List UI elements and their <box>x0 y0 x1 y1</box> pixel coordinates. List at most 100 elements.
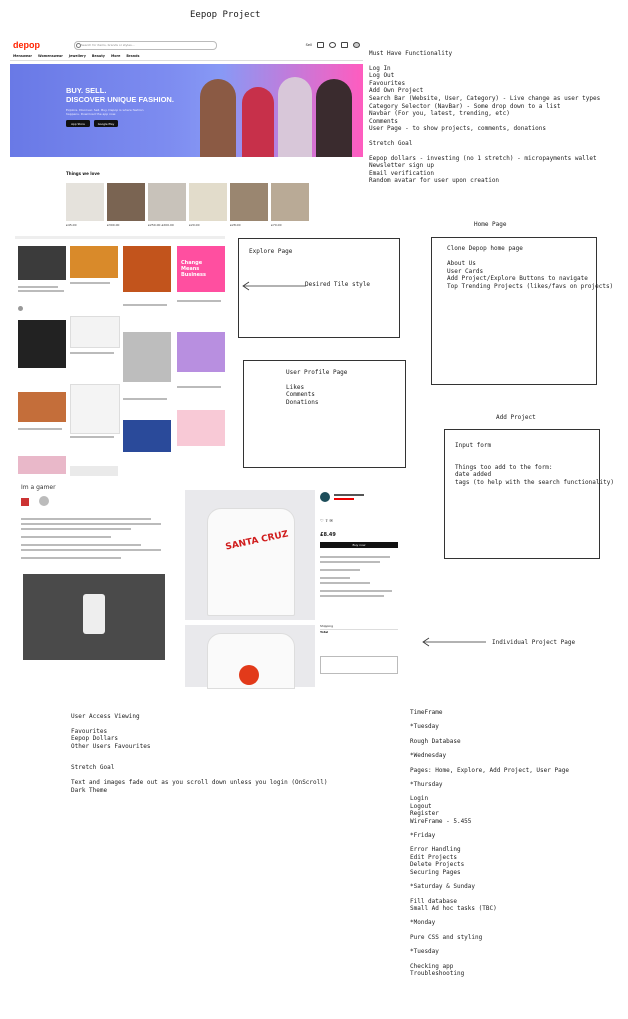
bag-icon[interactable] <box>341 42 348 48</box>
product-price: £70.00 <box>271 223 282 227</box>
category-nav: Menswear Womenswear Jewellery Beauty Mor… <box>10 52 363 61</box>
timeframe-notes: TimeFrame *Tuesday Rough Database *Wedne… <box>410 709 569 977</box>
user-profile-item: Likes <box>286 383 305 391</box>
user-access-notes: User Access Viewing Favourites Eepop Dol… <box>71 713 327 794</box>
explore-tile[interactable] <box>70 316 120 348</box>
explore-tile[interactable] <box>18 320 66 368</box>
buyer-protection-card <box>320 656 398 674</box>
mail-icon[interactable] <box>317 42 324 48</box>
depop-logo: depop <box>13 40 40 50</box>
product-price: £20.00 <box>189 223 200 227</box>
sell-link[interactable]: Sell <box>306 43 312 47</box>
must-have-item: Navbar (For you, latest, trending, etc) <box>369 110 510 118</box>
product-thumb[interactable] <box>271 183 309 221</box>
user-access-item: Other Users Favourites <box>71 742 151 750</box>
cat-more[interactable]: More <box>111 54 120 58</box>
user-profile-item: Comments <box>286 391 315 399</box>
user-access-item: Favourites <box>71 727 108 735</box>
icon-row: ♡ ⇪ ✉ <box>320 518 333 523</box>
home-page-box: Clone Depop home page About Us User Card… <box>431 237 613 385</box>
must-have-item: Log In <box>369 64 391 72</box>
explore-tile[interactable] <box>123 246 171 292</box>
must-have-item: Favourites <box>369 79 406 87</box>
product-panel: ♡ ⇪ ✉ £8.49 Buy now Shipping Total <box>320 492 400 682</box>
project-description <box>21 518 161 559</box>
tile-caption <box>70 436 114 438</box>
avatar <box>18 306 23 311</box>
tile-caption <box>18 290 64 292</box>
home-item: Clone Depop home page <box>447 245 523 252</box>
timeframe-day: *Wednesday <box>410 752 447 760</box>
timeframe-heading: TimeFrame <box>410 709 443 716</box>
explore-page-title: Explore Page <box>249 248 293 255</box>
tshirt-image <box>207 508 295 616</box>
explore-tile[interactable] <box>123 332 171 382</box>
arrow-left-icon <box>422 637 486 647</box>
search-input[interactable]: Search for items, brands or styles... <box>74 40 217 50</box>
explore-tabs <box>15 236 225 239</box>
product-photo[interactable]: SANTA CRUZ <box>185 490 315 620</box>
timeframe-task: Small Ad hoc tasks (TBC) <box>410 904 497 912</box>
app-store-button[interactable]: App Store <box>66 120 90 127</box>
cat-jewellery[interactable]: Jewellery <box>69 54 86 58</box>
user-access-heading: User Access Viewing <box>71 713 140 720</box>
product-price: £8.49 <box>320 532 336 538</box>
stretch-goal-heading: Stretch Goal <box>71 764 115 772</box>
product-photo[interactable] <box>185 625 315 689</box>
product-price: £28.00 <box>230 223 241 227</box>
tile-caption <box>70 282 110 284</box>
stretch-item: Text and images fade out as you scroll d… <box>71 778 328 786</box>
user-profile-title: User Profile Page <box>286 369 348 376</box>
timeframe-task: Logout <box>410 802 432 810</box>
add-project-label: Add Project <box>496 414 536 421</box>
explore-tile[interactable] <box>123 420 171 452</box>
product-thumb[interactable] <box>230 183 268 221</box>
product-thumb[interactable] <box>189 183 227 221</box>
timeframe-task: Register <box>410 810 439 818</box>
explore-tile[interactable] <box>177 410 225 446</box>
must-have-item: Search Bar (Website, User, Category) - L… <box>369 94 601 102</box>
explore-tile[interactable] <box>18 456 66 474</box>
heart-icon[interactable] <box>329 42 336 48</box>
total-row: Total <box>320 630 329 634</box>
explore-tile[interactable] <box>18 246 66 280</box>
seller-avatar[interactable] <box>320 492 330 502</box>
product-price: £250.00 £200.00 <box>148 223 174 227</box>
cat-menswear[interactable]: Menswear <box>13 54 32 58</box>
explore-tile[interactable] <box>70 466 118 476</box>
home-item <box>447 253 613 261</box>
timeframe-task: Fill database <box>410 897 457 905</box>
stretch-item: Dark Theme <box>71 786 108 794</box>
buy-now-button[interactable]: Buy now <box>320 542 398 548</box>
explore-tile[interactable] <box>70 246 118 278</box>
explore-tile[interactable] <box>177 332 225 372</box>
cat-brands[interactable]: Brands <box>126 54 139 58</box>
product-price: £300.00 <box>107 223 120 227</box>
user-profile-box: User Profile Page Likes Comments Donatio… <box>243 360 406 468</box>
model-figure <box>316 79 352 157</box>
stretch-goal-heading: Stretch Goal <box>369 139 413 147</box>
product-thumb[interactable] <box>148 183 186 221</box>
must-have-item: Comments <box>369 117 398 125</box>
add-project-box: Input form Things too add to the form: d… <box>444 429 614 559</box>
tile-caption <box>123 398 167 400</box>
home-item: Top Trending Projects (likes/favs on pro… <box>447 282 614 290</box>
timeframe-day: *Saturday & Sunday <box>410 883 476 891</box>
explore-grid-screenshot: Change Means Business <box>15 234 228 476</box>
explore-tile[interactable] <box>70 384 120 434</box>
add-project-item: tags (to help with the search functional… <box>455 478 614 486</box>
tile-caption <box>18 428 62 430</box>
model-figure <box>200 79 236 157</box>
user-profile-item: Donations <box>286 398 319 406</box>
explore-tile[interactable] <box>18 392 66 422</box>
cat-beauty[interactable]: Beauty <box>92 54 105 58</box>
cat-womenswear[interactable]: Womenswear <box>38 54 63 58</box>
product-thumb[interactable] <box>66 183 104 221</box>
timeframe-task: WireFrame - 5.455 <box>410 817 472 825</box>
product-thumb[interactable] <box>107 183 145 221</box>
explore-tile[interactable]: Change Means Business <box>177 246 225 292</box>
timeframe-day: *Tuesday <box>410 723 439 731</box>
google-play-button[interactable]: Google Play <box>94 120 118 127</box>
avatar[interactable] <box>353 42 360 48</box>
timeframe-day: *Monday <box>410 919 436 927</box>
